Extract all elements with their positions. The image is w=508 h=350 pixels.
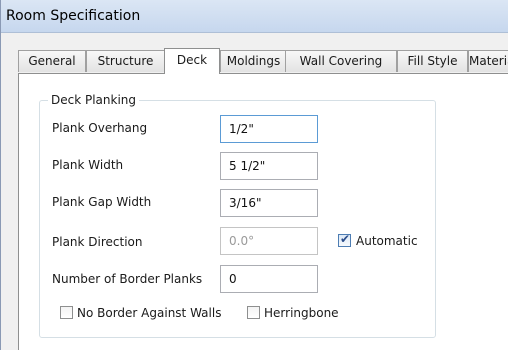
plank-overhang-input[interactable] xyxy=(220,115,318,143)
plank-gap-width-label: Plank Gap Width xyxy=(52,195,152,209)
tab-wall-covering[interactable]: Wall Covering xyxy=(285,50,397,72)
tab-strip: General Structure Deck Moldings Wall Cov… xyxy=(18,48,508,74)
tab-structure[interactable]: Structure xyxy=(86,50,165,72)
tab-moldings[interactable]: Moldings xyxy=(220,50,287,72)
border-planks-label: Number of Border Planks xyxy=(52,272,203,286)
room-specification-dialog: Room Specification General Structure Dec… xyxy=(0,0,508,350)
tab-materials[interactable]: Materials xyxy=(468,50,508,72)
herringbone-label: Herringbone xyxy=(264,306,339,320)
automatic-label: Automatic xyxy=(356,234,418,248)
tab-deck[interactable]: Deck xyxy=(164,48,220,74)
plank-width-label: Plank Width xyxy=(52,158,124,172)
checkmark-icon: ✔ xyxy=(340,232,351,246)
plank-width-input[interactable] xyxy=(220,152,318,180)
herringbone-checkbox[interactable] xyxy=(247,306,260,319)
plank-overhang-label: Plank Overhang xyxy=(52,121,148,135)
tab-fill-style[interactable]: Fill Style xyxy=(397,50,468,72)
title-bar: Room Specification xyxy=(1,0,508,33)
deck-planking-legend: Deck Planking xyxy=(48,93,140,107)
plank-gap-width-input[interactable] xyxy=(220,189,318,217)
window-title: Room Specification xyxy=(6,8,141,24)
no-border-against-walls-label: No Border Against Walls xyxy=(77,306,222,320)
tab-general[interactable]: General xyxy=(18,50,86,72)
plank-direction-label: Plank Direction xyxy=(52,235,143,249)
border-planks-input[interactable] xyxy=(220,265,318,293)
plank-direction-input xyxy=(220,227,318,255)
no-border-against-walls-checkbox[interactable] xyxy=(60,306,73,319)
automatic-checkbox[interactable]: ✔ xyxy=(338,232,351,247)
